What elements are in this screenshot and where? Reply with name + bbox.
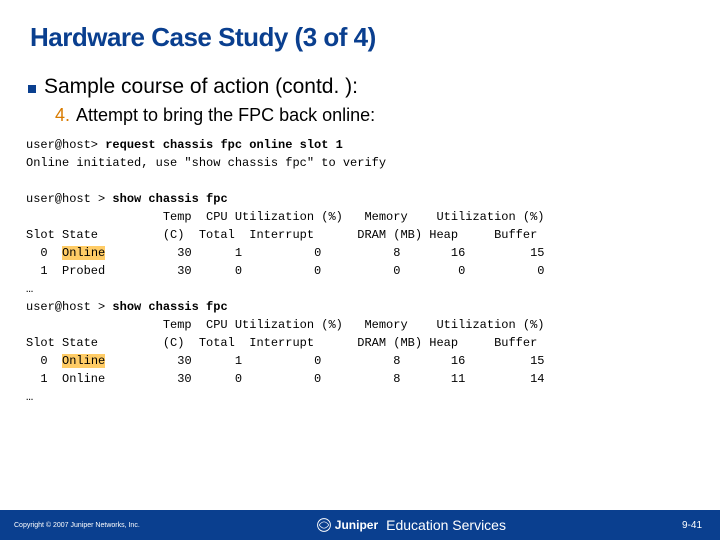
- prompt: user@host>: [26, 138, 105, 152]
- prompt: user@host >: [26, 192, 112, 206]
- footer-center: Juniper Education Services: [140, 517, 682, 533]
- table-row: 30 1 0 8 16 15: [105, 246, 544, 260]
- ellipsis: …: [26, 390, 33, 404]
- terminal-output: user@host> request chassis fpc online sl…: [0, 126, 720, 406]
- footer-bar: Copyright © 2007 Juniper Networks, Inc. …: [0, 510, 720, 540]
- bullet-text: Sample course of action (contd. ):: [44, 75, 358, 99]
- table-header: Temp CPU Utilization (%) Memory Utilizat…: [26, 318, 544, 332]
- prompt: user@host >: [26, 300, 112, 314]
- command: show chassis fpc: [112, 300, 227, 314]
- command: request chassis fpc online slot 1: [105, 138, 343, 152]
- table-row: 1 Probed 30 0 0 0 0 0: [26, 264, 544, 278]
- brand-text: Juniper: [335, 518, 378, 532]
- bullet-square-icon: [28, 85, 36, 93]
- table-header: Temp CPU Utilization (%) Memory Utilizat…: [26, 210, 544, 224]
- table-header: Slot State (C) Total Interrupt DRAM (MB)…: [26, 336, 537, 350]
- slide-title: Hardware Case Study (3 of 4): [0, 0, 720, 53]
- page-number: 9-41: [682, 520, 720, 531]
- command: show chassis fpc: [112, 192, 227, 206]
- table-row: 0: [26, 354, 62, 368]
- education-services-text: Education Services: [386, 517, 506, 533]
- step-number: 4.: [55, 105, 70, 126]
- slide: Hardware Case Study (3 of 4) Sample cour…: [0, 0, 720, 540]
- highlight: Online: [62, 246, 105, 260]
- juniper-logo: Juniper: [316, 517, 378, 533]
- highlight: Online: [62, 354, 105, 368]
- step-text: Attempt to bring the FPC back online:: [76, 105, 375, 126]
- table-row: 0: [26, 246, 62, 260]
- substep-row: 4. Attempt to bring the FPC back online:: [0, 99, 720, 126]
- table-row: 30 1 0 8 16 15: [105, 354, 544, 368]
- table-row: 1 Online 30 0 0 8 11 14: [26, 372, 544, 386]
- copyright-text: Copyright © 2007 Juniper Networks, Inc.: [0, 522, 140, 529]
- table-header: Slot State (C) Total Interrupt DRAM (MB)…: [26, 228, 537, 242]
- response: Online initiated, use "show chassis fpc"…: [26, 156, 386, 170]
- swirl-icon: [316, 517, 332, 533]
- ellipsis: …: [26, 282, 33, 296]
- bullet-row: Sample course of action (contd. ):: [0, 53, 720, 99]
